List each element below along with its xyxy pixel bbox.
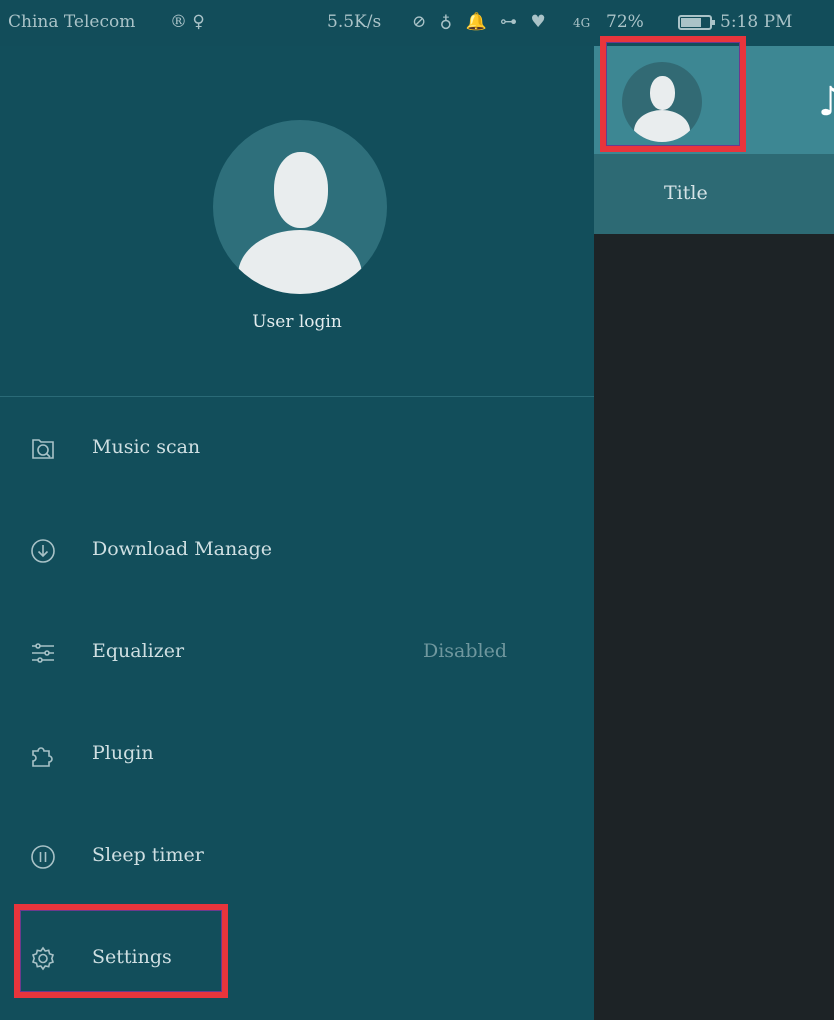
- notification-icons: ® ♀: [170, 12, 205, 32]
- menu-item-sleep-timer[interactable]: Sleep timer: [0, 806, 594, 906]
- avatar-head: [274, 152, 328, 228]
- puzzle-icon: [32, 747, 53, 767]
- gear-icon: [31, 946, 55, 971]
- equalizer-status: Disabled: [423, 640, 508, 662]
- menu-label: Download Manage: [92, 538, 272, 560]
- menu-label: Plugin: [92, 742, 154, 764]
- user-login-link[interactable]: User login: [0, 312, 594, 332]
- avatar-head: [650, 76, 675, 110]
- header-avatar-button[interactable]: [622, 62, 702, 142]
- main-tabs: Title: [594, 154, 834, 234]
- music-note-icon[interactable]: ♪: [818, 82, 834, 122]
- menu-item-equalizer[interactable]: Equalizer Disabled: [0, 602, 594, 702]
- main-content-area: [594, 234, 834, 1020]
- carrier-name: China Telecom: [8, 12, 136, 32]
- menu-item-plugin[interactable]: Plugin: [0, 704, 594, 804]
- battery-icon: [678, 15, 715, 30]
- user-avatar[interactable]: [213, 120, 387, 294]
- battery-percent: 72%: [606, 12, 644, 32]
- menu-item-download-manage[interactable]: Download Manage: [0, 500, 594, 600]
- screen: China Telecom ® ♀ 5.5K/s ⊘ ♁ 🔔 ⊶ ♥ 4G 72…: [0, 0, 834, 1020]
- menu-label: Settings: [92, 946, 172, 968]
- network-speed: 5.5K/s: [327, 12, 382, 32]
- system-status-icons: ⊘ ♁ 🔔 ⊶ ♥: [412, 12, 550, 32]
- music-scan-icon: [32, 439, 54, 459]
- equalizer-icon: [32, 643, 54, 663]
- status-bar: China Telecom ® ♀ 5.5K/s ⊘ ♁ 🔔 ⊶ ♥ 4G 72…: [0, 0, 834, 46]
- drawer-header: User login: [0, 46, 594, 396]
- menu-label: Equalizer: [92, 640, 185, 662]
- avatar-body: [634, 110, 690, 142]
- tab-title[interactable]: Title: [664, 182, 708, 204]
- network-type: 4G: [573, 16, 591, 30]
- avatar-body: [238, 230, 362, 294]
- drawer-divider: [0, 396, 594, 397]
- clock: 5:18 PM: [720, 12, 793, 32]
- menu-label: Music scan: [92, 436, 201, 458]
- main-header: ♪: [594, 46, 834, 154]
- battery-fill: [681, 18, 701, 27]
- menu-label: Sleep timer: [92, 844, 204, 866]
- download-icon: [31, 539, 55, 563]
- menu-item-settings[interactable]: Settings: [0, 908, 594, 1008]
- navigation-drawer: User login Music scan Download Manage Eq…: [0, 46, 594, 1020]
- sleep-timer-icon: [31, 845, 55, 869]
- menu-item-music-scan[interactable]: Music scan: [0, 398, 594, 498]
